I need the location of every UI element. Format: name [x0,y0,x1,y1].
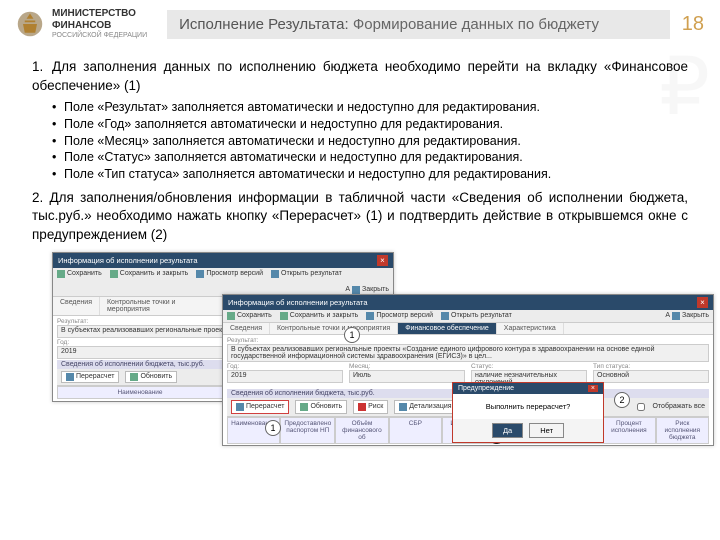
window-title: Информация об исполнении результата× [53,253,393,268]
col: Объём финансового об [335,417,388,444]
close-icon[interactable]: × [377,255,388,266]
font-button[interactable]: A [345,286,350,293]
bullet-list: Поле «Результат» заполняется автоматичес… [52,99,688,183]
col: Риск исполнения бюджета [656,417,709,444]
save-button[interactable]: Сохранить [227,312,272,320]
risk-button[interactable]: Риск [353,400,388,414]
result-label: Результат: [227,337,709,344]
close-icon[interactable]: × [588,385,598,392]
tab-fin[interactable]: Финансовое обеспечение [398,323,497,334]
year-field: 2019 [227,370,343,383]
callout-2: 2 [614,392,630,408]
help-icon[interactable] [672,312,680,320]
col: Процент исполнения [602,417,655,444]
close-icon[interactable]: × [697,297,708,308]
refresh-button[interactable]: Обновить [295,400,347,414]
recalc-button[interactable]: Перерасчет [61,371,119,383]
callout-1: 1 [344,327,360,343]
ministry-label: МИНИСТЕРСТВО ФИНАНСОВ РОССИЙСКОЙ ФЕДЕРАЦ… [52,8,147,40]
result-field: В субъектах реализовавших региональные п… [227,344,709,362]
callout-1b: 1 [265,420,281,436]
bullet-item: Поле «Месяц» заполняется автоматически и… [52,133,688,150]
confirm-title: Предупреждение [458,385,514,392]
confirm-message: Выполнить перерасчет? [453,394,603,419]
page-number: 18 [682,13,704,36]
save-close-button[interactable]: Сохранить и закрыть [280,312,359,320]
step-1: 1.Для заполнения данных по исполнению бю… [32,58,688,94]
tab-sved[interactable]: Сведения [53,297,100,315]
col: Предоставлено паспортом НП [280,417,335,444]
refresh-button[interactable]: Обновить [125,371,177,383]
bullet-item: Поле «Результат» заполняется автоматичес… [52,99,688,116]
font-button[interactable]: A [665,312,670,319]
save-button[interactable]: Сохранить [57,270,102,278]
save-close-button[interactable]: Сохранить и закрыть [110,270,189,278]
help-icon[interactable] [352,286,360,294]
tab-char[interactable]: Характеристика [497,323,564,334]
versions-button[interactable]: Просмотр версий [366,312,433,320]
bullet-item: Поле «Статус» заполняется автоматически … [52,149,688,166]
show-all-checkbox[interactable] [637,403,645,411]
col: СБР [389,417,442,444]
step-2: 2. Для заполнения/обновления информации … [32,189,688,244]
content: 1.Для заполнения данных по исполнению бю… [0,46,720,451]
screenshot-area: Информация об исполнении результата× Сох… [52,252,688,452]
emblem-icon [16,10,44,38]
toolbar: Сохранить Сохранить и закрыть Просмотр в… [223,310,713,323]
open-result-button[interactable]: Открыть результат [441,312,512,320]
close-button[interactable]: Закрыть [362,286,389,293]
tab-kt[interactable]: Контрольные точки и мероприятия [100,297,228,315]
recalc-button[interactable]: Перерасчет [231,400,289,414]
type-field: Основной [593,370,709,383]
tab-sved[interactable]: Сведения [223,323,270,334]
page-title: Исполнение Результата: Формирование данн… [167,10,670,39]
bullet-item: Поле «Год» заполняется автоматически и н… [52,116,688,133]
close-button[interactable]: Закрыть [682,312,709,319]
page-header: МИНИСТЕРСТВО ФИНАНСОВ РОССИЙСКОЙ ФЕДЕРАЦ… [0,0,720,46]
no-button[interactable]: Нет [529,423,564,438]
toolbar: Сохранить Сохранить и закрыть Просмотр в… [53,268,393,297]
confirm-dialog: Предупреждение × Выполнить перерасчет? Да… [452,382,604,443]
bullet-item: Поле «Тип статуса» заполняется автоматич… [52,166,688,183]
tab-kt[interactable]: Контрольные точки и мероприятия [270,323,398,334]
month-field: Июль [349,370,465,383]
col-name: Наименование [57,386,223,399]
yes-button[interactable]: Да [492,423,523,438]
window-title: Информация об исполнении результата× [223,295,713,310]
versions-button[interactable]: Просмотр версий [196,270,263,278]
open-result-button[interactable]: Открыть результат [271,270,342,278]
tabs: Сведения Контрольные точки и мероприятия… [223,323,713,335]
